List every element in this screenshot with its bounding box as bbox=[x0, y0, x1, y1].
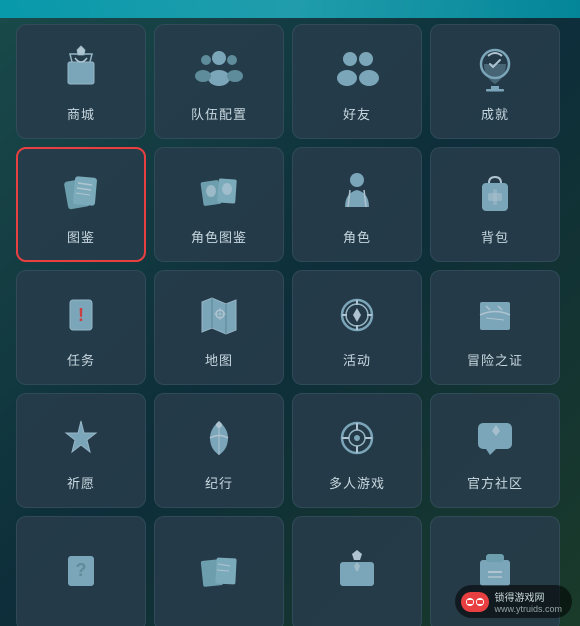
team-icon bbox=[190, 40, 248, 98]
compendium-icon bbox=[52, 163, 110, 221]
character-label: 角色 bbox=[343, 227, 371, 246]
char-compendium-label: 角色图鉴 bbox=[191, 227, 247, 246]
map-item[interactable]: 地图 bbox=[154, 270, 284, 385]
friends-label: 好友 bbox=[343, 104, 371, 123]
achievements-item[interactable]: 成就 bbox=[430, 24, 560, 139]
char-compendium-icon bbox=[190, 163, 248, 221]
svg-text:?: ? bbox=[76, 560, 87, 580]
adventure-icon bbox=[466, 286, 524, 344]
adventure-item[interactable]: 冒险之证 bbox=[430, 270, 560, 385]
extra3-icon bbox=[328, 542, 386, 600]
backpack-item[interactable]: 背包 bbox=[430, 147, 560, 262]
backpack-icon bbox=[466, 163, 524, 221]
quest-item[interactable]: ! 任务 bbox=[16, 270, 146, 385]
shop-item[interactable]: 商城 bbox=[16, 24, 146, 139]
team-item[interactable]: 队伍配置 bbox=[154, 24, 284, 139]
adventure-label: 冒险之证 bbox=[467, 350, 523, 369]
compendium-label: 图鉴 bbox=[67, 227, 95, 246]
extra1-icon: ? bbox=[52, 542, 110, 600]
map-label: 地图 bbox=[205, 350, 233, 369]
activity-label: 活动 bbox=[343, 350, 371, 369]
chronicle-icon bbox=[190, 409, 248, 467]
activity-icon bbox=[328, 286, 386, 344]
chronicle-item[interactable]: 纪行 bbox=[154, 393, 284, 508]
char-compendium-item[interactable]: 角色图鉴 bbox=[154, 147, 284, 262]
extra1-item[interactable]: ? bbox=[16, 516, 146, 626]
friends-item[interactable]: 好友 bbox=[292, 24, 422, 139]
watermark-logo bbox=[461, 592, 489, 612]
quest-label: 任务 bbox=[67, 350, 95, 369]
extra3-item[interactable] bbox=[292, 516, 422, 626]
character-icon bbox=[328, 163, 386, 221]
multiplayer-label: 多人游戏 bbox=[329, 473, 385, 492]
quest-icon: ! bbox=[52, 286, 110, 344]
community-label: 官方社区 bbox=[467, 473, 523, 492]
watermark: 锁得游戏网 www.ytruids.com bbox=[455, 585, 572, 618]
compendium-item[interactable]: 图鉴 bbox=[16, 147, 146, 262]
community-icon bbox=[466, 409, 524, 467]
multiplayer-item[interactable]: 多人游戏 bbox=[292, 393, 422, 508]
svg-text:!: ! bbox=[78, 305, 84, 325]
multiplayer-icon bbox=[328, 409, 386, 467]
shop-icon bbox=[52, 40, 110, 98]
chronicle-label: 纪行 bbox=[205, 473, 233, 492]
achievements-label: 成就 bbox=[481, 104, 509, 123]
watermark-url: www.ytruids.com bbox=[494, 604, 562, 614]
achievements-icon bbox=[466, 40, 524, 98]
extra2-icon bbox=[190, 542, 248, 600]
shop-label: 商城 bbox=[67, 104, 95, 123]
character-item[interactable]: 角色 bbox=[292, 147, 422, 262]
extra2-item[interactable] bbox=[154, 516, 284, 626]
community-item[interactable]: 官方社区 bbox=[430, 393, 560, 508]
watermark-site: 锁得游戏网 bbox=[494, 589, 562, 604]
wish-label: 祈愿 bbox=[67, 473, 95, 492]
wish-item[interactable]: 祈愿 bbox=[16, 393, 146, 508]
team-label: 队伍配置 bbox=[191, 104, 247, 123]
map-icon bbox=[190, 286, 248, 344]
wish-icon bbox=[52, 409, 110, 467]
activity-item[interactable]: 活动 bbox=[292, 270, 422, 385]
friends-icon bbox=[328, 40, 386, 98]
backpack-label: 背包 bbox=[481, 227, 509, 246]
